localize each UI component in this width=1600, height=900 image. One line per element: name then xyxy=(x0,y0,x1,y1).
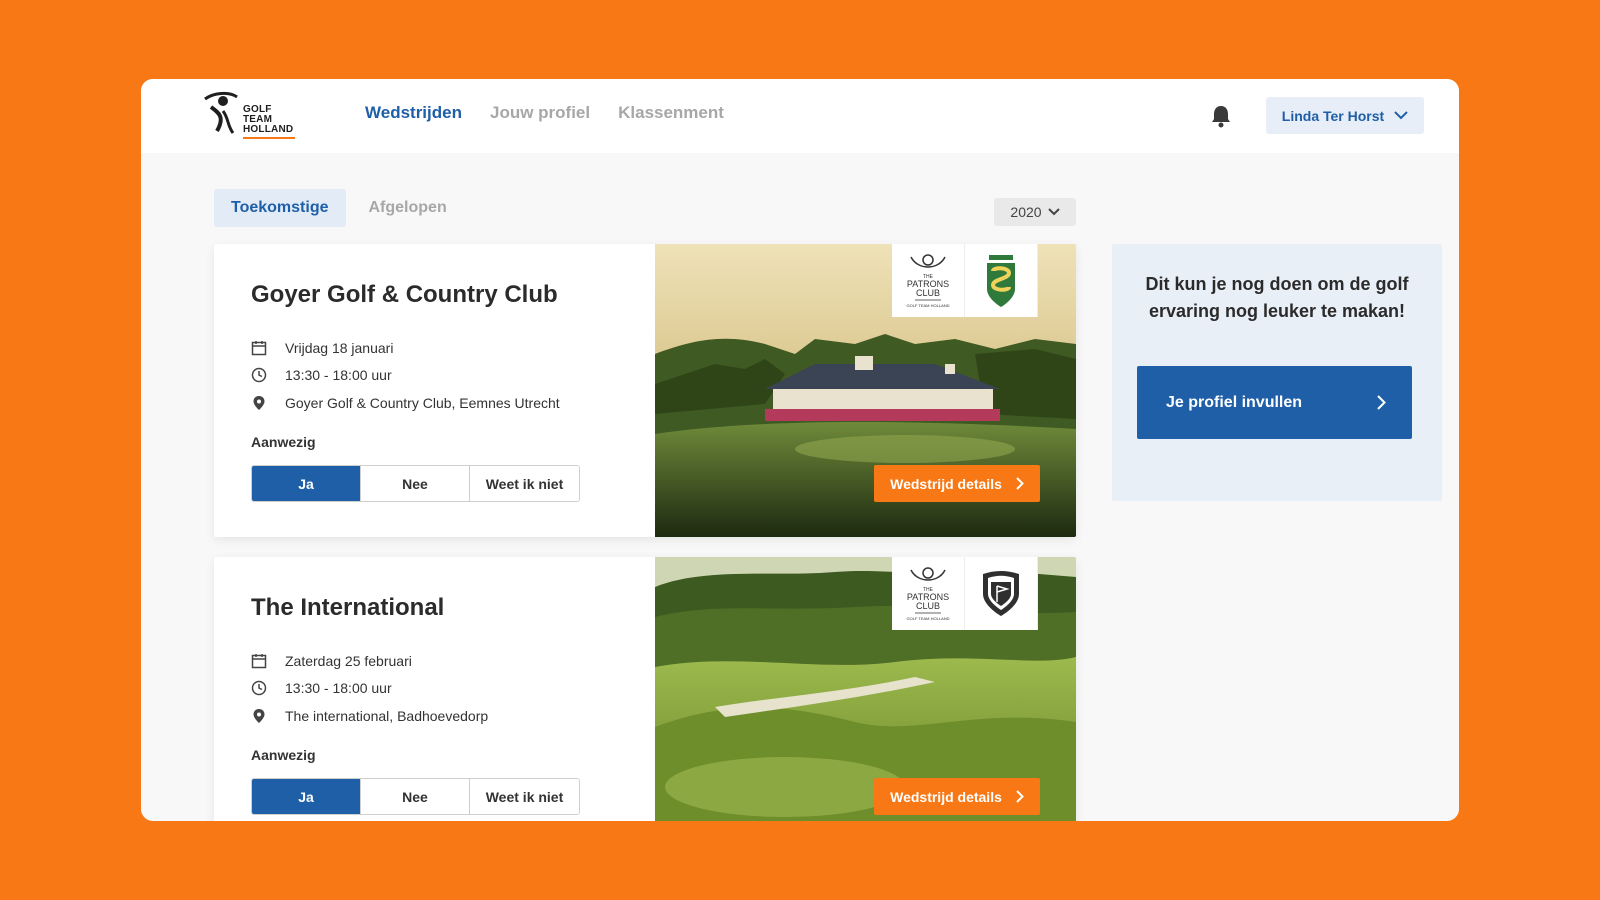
attendance-toggle: Ja Nee Weet ik niet xyxy=(251,778,580,815)
match-time-row: 13:30 - 18:00 uur xyxy=(251,362,560,390)
match-location-row: Goyer Golf & Country Club, Eemnes Utrech… xyxy=(251,389,560,417)
year-select[interactable]: 2020 xyxy=(994,198,1076,226)
main-nav: Wedstrijden Jouw profiel Klassenment xyxy=(365,103,724,123)
tab-afgelopen[interactable]: Afgelopen xyxy=(352,189,464,227)
svg-text:CLUB: CLUB xyxy=(916,288,940,298)
goyer-crest-icon xyxy=(987,254,1015,307)
svg-text:CLUB: CLUB xyxy=(916,601,940,611)
chevron-right-icon xyxy=(1016,790,1024,803)
match-time: 13:30 - 18:00 uur xyxy=(285,367,392,384)
chevron-right-icon xyxy=(1016,477,1024,490)
attendance-label: Aanwezig xyxy=(251,747,316,763)
match-time-row: 13:30 - 18:00 uur xyxy=(251,675,488,703)
attendance-option-ja[interactable]: Ja xyxy=(252,779,361,814)
match-info: Goyer Golf & Country Club Vrijdag 18 jan… xyxy=(214,244,655,537)
match-title: Goyer Golf & Country Club xyxy=(251,281,558,308)
match-card: The International Zaterdag 25 februari 1… xyxy=(214,557,1076,821)
attendance-option-nee[interactable]: Nee xyxy=(361,779,470,814)
suggestion-text: Dit kun je nog doen om de golf ervaring … xyxy=(1145,274,1409,321)
match-date: Zaterdag 25 februari xyxy=(285,652,412,669)
attendance-option-weet-ik-niet[interactable]: Weet ik niet xyxy=(470,466,579,501)
app-window: GOLF TEAM HOLLAND Wedstrijden Jouw profi… xyxy=(141,79,1459,821)
tab-toekomstige[interactable]: Toekomstige xyxy=(214,189,346,227)
match-details-label: Wedstrijd details xyxy=(890,788,1002,805)
match-tabs: Toekomstige Afgelopen xyxy=(214,189,464,227)
nav-item-klassenment[interactable]: Klassenment xyxy=(618,103,724,123)
match-details-label: Wedstrijd details xyxy=(890,475,1002,492)
svg-text:GOLF TEAM HOLLAND: GOLF TEAM HOLLAND xyxy=(906,303,949,308)
match-date-row: Vrijdag 18 januari xyxy=(251,334,560,362)
shield-flag-icon xyxy=(983,570,1019,616)
golf-team-holland-logo[interactable]: GOLF TEAM HOLLAND xyxy=(203,91,303,141)
attendance-label: Aanwezig xyxy=(251,434,316,450)
course-photo: THE PATRONS CLUB GOLF TEAM HOLLAND Wedst… xyxy=(655,557,1076,821)
match-meta: Zaterdag 25 februari 13:30 - 18:00 uur T… xyxy=(251,647,488,730)
chevron-right-icon xyxy=(1377,395,1386,410)
patrons-club-logo: THE PATRONS CLUB GOLF TEAM HOLLAND xyxy=(892,244,965,317)
top-header: GOLF TEAM HOLLAND Wedstrijden Jouw profi… xyxy=(141,79,1459,153)
match-details-button[interactable]: Wedstrijd details xyxy=(874,778,1040,815)
match-location: Goyer Golf & Country Club, Eemnes Utrech… xyxy=(285,394,560,411)
match-meta: Vrijdag 18 januari 13:30 - 18:00 uur Goy… xyxy=(251,334,560,417)
clock-icon xyxy=(251,681,267,696)
goyer-golfclub-logo xyxy=(965,244,1038,317)
logo-wordmark: GOLF TEAM HOLLAND xyxy=(243,104,294,135)
year-value: 2020 xyxy=(1010,204,1042,220)
chevron-down-icon xyxy=(1047,208,1060,216)
user-name: Linda Ter Horst xyxy=(1281,107,1385,124)
attendance-option-ja[interactable]: Ja xyxy=(252,466,361,501)
location-pin-icon xyxy=(253,395,265,410)
patrons-club-logo: THE PATRONS CLUB GOLF TEAM HOLLAND xyxy=(892,557,965,630)
patrons-club-logo-icon: THE PATRONS CLUB GOLF TEAM HOLLAND xyxy=(906,253,950,308)
match-card: Goyer Golf & Country Club Vrijdag 18 jan… xyxy=(214,244,1076,537)
match-date-row: Zaterdag 25 februari xyxy=(251,647,488,675)
match-location: The international, Badhoevedorp xyxy=(285,707,489,724)
golfer-logo-icon xyxy=(204,91,238,134)
course-photo: THE PATRONS CLUB GOLF TEAM HOLLAND Wedst… xyxy=(655,244,1076,537)
match-info: The International Zaterdag 25 februari 1… xyxy=(214,557,655,821)
match-location-row: The international, Badhoevedorp xyxy=(251,702,488,730)
nav-item-jouw-profiel[interactable]: Jouw profiel xyxy=(490,103,590,123)
profile-suggestion-panel: Dit kun je nog doen om de golf ervaring … xyxy=(1112,244,1442,501)
match-time: 13:30 - 18:00 uur xyxy=(285,680,392,697)
club-logos: THE PATRONS CLUB GOLF TEAM HOLLAND xyxy=(892,557,1038,630)
fill-profile-label: Je profiel invullen xyxy=(1166,393,1303,411)
attendance-option-nee[interactable]: Nee xyxy=(361,466,470,501)
attendance-toggle: Ja Nee Weet ik niet xyxy=(251,465,580,502)
nav-item-wedstrijden[interactable]: Wedstrijden xyxy=(365,103,462,123)
user-menu-button[interactable]: Linda Ter Horst xyxy=(1266,97,1424,134)
attendance-option-weet-ik-niet[interactable]: Weet ik niet xyxy=(470,779,579,814)
clock-icon xyxy=(251,368,267,383)
location-pin-icon xyxy=(253,708,265,723)
club-logos: THE PATRONS CLUB GOLF TEAM HOLLAND xyxy=(892,244,1038,317)
bell-icon[interactable] xyxy=(1210,104,1232,128)
patrons-club-logo-icon: THE PATRONS CLUB GOLF TEAM HOLLAND xyxy=(906,566,950,621)
chevron-down-icon xyxy=(1394,111,1408,120)
calendar-icon xyxy=(251,340,267,355)
calendar-icon xyxy=(251,653,267,668)
fill-profile-button[interactable]: Je profiel invullen xyxy=(1137,366,1412,439)
logo-underline xyxy=(243,137,295,139)
match-title: The International xyxy=(251,594,445,621)
svg-text:GOLF TEAM HOLLAND: GOLF TEAM HOLLAND xyxy=(906,616,949,621)
match-date: Vrijdag 18 januari xyxy=(285,339,394,356)
the-international-logo xyxy=(965,557,1038,630)
match-details-button[interactable]: Wedstrijd details xyxy=(874,465,1040,502)
